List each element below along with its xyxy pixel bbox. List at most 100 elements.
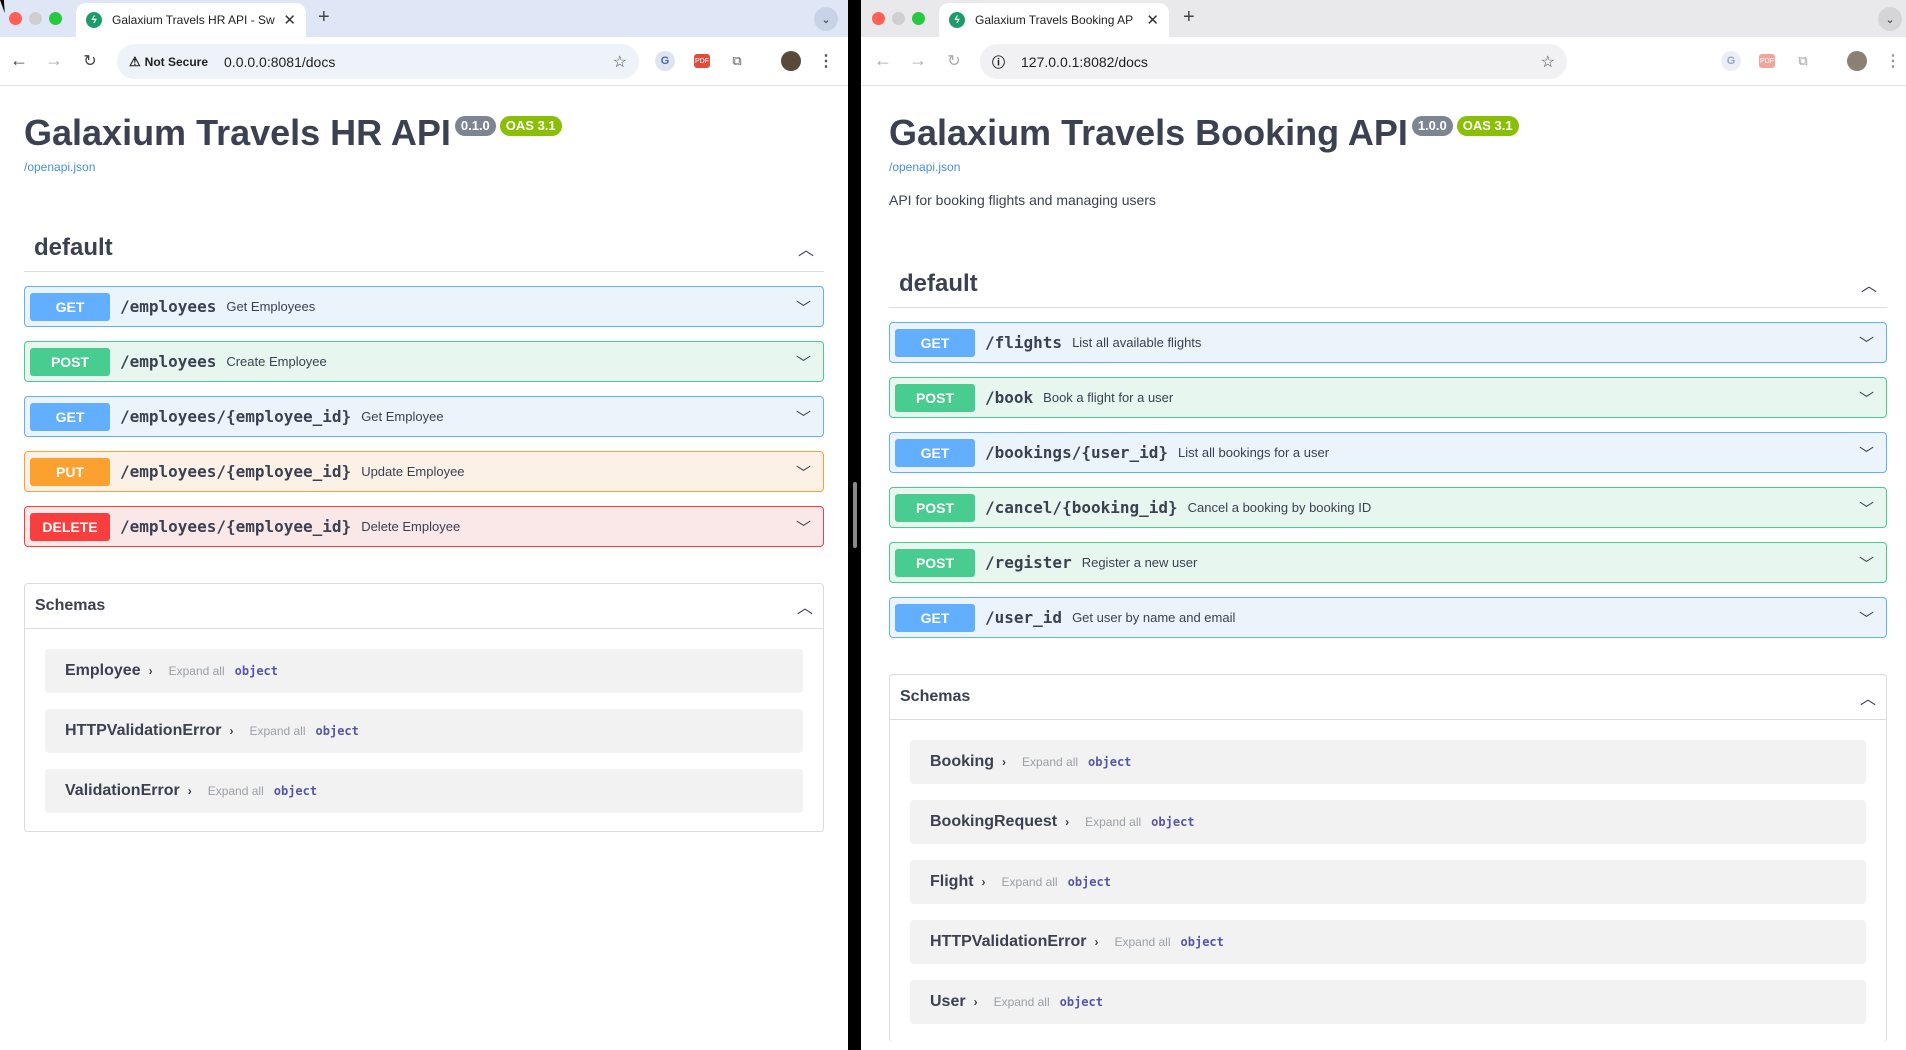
new-tab-icon[interactable]: + (1183, 6, 1195, 29)
expand-chevron-icon[interactable]: ﹀ (796, 407, 811, 428)
operation-get-employee[interactable]: GET /employees/{employee_id} Get Employe… (24, 396, 824, 437)
bookmark-star-icon[interactable]: ☆ (613, 52, 627, 72)
tab-search-icon[interactable]: ⌄ (814, 7, 838, 31)
schema-model[interactable]: BookingRequest › Expand all object (910, 800, 1866, 844)
schema-model[interactable]: Booking › Expand all object (910, 740, 1866, 784)
close-tab-icon[interactable]: ✕ (1146, 11, 1159, 29)
extensions-puzzle-icon[interactable]: ⧉ (727, 51, 747, 71)
operation-post-employees[interactable]: POST /employees Create Employee ﹀ (24, 341, 824, 382)
expand-all-link[interactable]: Expand all (1002, 875, 1058, 889)
browser-tab[interactable]: ϟ Galaxium Travels HR API - Sw ✕ (76, 3, 306, 37)
url-text: 0.0.0.0:8081/docs (224, 53, 336, 70)
expand-chevron-icon[interactable]: ﹀ (1859, 553, 1874, 574)
address-bar[interactable]: ⓘ 127.0.0.1:8082/docs ☆ (980, 44, 1567, 79)
operation-path: /employees/{employee_id} (120, 407, 352, 426)
pdf-extension-icon[interactable]: PDF (1759, 54, 1775, 68)
method-badge: POST (895, 383, 975, 412)
back-icon[interactable]: ← (872, 50, 894, 71)
collapse-chevron-icon[interactable]: ︿ (798, 236, 814, 260)
reload-icon[interactable]: ↻ (943, 51, 965, 71)
profile-avatar[interactable] (1847, 51, 1867, 71)
maximize-window-button[interactable] (912, 12, 925, 25)
version-badge: 1.0.0 (1411, 116, 1453, 136)
browser-menu-icon[interactable]: ⋮ (816, 51, 836, 71)
operation-get-employees[interactable]: GET /employees Get Employees ﹀ (24, 286, 824, 327)
expand-chevron-icon[interactable]: ﹀ (796, 462, 811, 483)
expand-all-link[interactable]: Expand all (169, 664, 225, 678)
profile-avatar[interactable] (781, 51, 801, 71)
close-tab-icon[interactable]: ✕ (283, 11, 296, 29)
expand-chevron-icon[interactable]: ﹀ (796, 517, 811, 538)
extension-icon[interactable]: G (655, 51, 675, 71)
version-badge: 0.1.0 (454, 116, 496, 136)
close-window-button[interactable] (9, 12, 22, 25)
operation-put-employee[interactable]: PUT /employees/{employee_id} Update Empl… (24, 451, 824, 492)
expand-chevron-icon[interactable]: ﹀ (796, 352, 811, 373)
operation-delete-employee[interactable]: DELETE /employees/{employee_id} Delete E… (24, 506, 824, 547)
not-secure-indicator[interactable]: ⚠ Not Secure (129, 54, 208, 70)
maximize-window-button[interactable] (49, 12, 62, 25)
schemas-section: Schemas ︿ Employee › Expand all object H… (24, 583, 824, 832)
operation-post-book[interactable]: POST /book Book a flight for a user ﹀ (889, 377, 1887, 418)
bookmark-star-icon[interactable]: ☆ (1541, 52, 1555, 72)
schema-model[interactable]: User › Expand all object (910, 980, 1866, 1024)
schema-model[interactable]: HTTPValidationError › Expand all object (910, 920, 1866, 964)
schemas-header[interactable]: Schemas ︿ (890, 675, 1886, 720)
schema-model[interactable]: HTTPValidationError › Expand all object (45, 709, 803, 753)
collapse-chevron-icon[interactable]: ︿ (1860, 685, 1876, 709)
openapi-json-link[interactable]: /openapi.json (24, 160, 562, 174)
expand-all-link[interactable]: Expand all (249, 724, 305, 738)
expand-chevron-icon[interactable]: ﹀ (796, 297, 811, 318)
extension-icon[interactable]: G (1721, 51, 1741, 71)
expand-all-link[interactable]: Expand all (208, 784, 264, 798)
schema-type: object (1067, 875, 1111, 889)
site-info-icon[interactable]: ⓘ (992, 52, 1009, 71)
schemas-header[interactable]: Schemas ︿ (25, 584, 823, 629)
back-icon[interactable]: ← (8, 50, 30, 71)
expand-chevron-icon[interactable]: ﹀ (1859, 498, 1874, 519)
new-tab-icon[interactable]: + (318, 6, 330, 29)
operation-get-flights[interactable]: GET /flights List all available flights … (889, 322, 1887, 363)
schema-model[interactable]: Flight › Expand all object (910, 860, 1866, 904)
tab-strip: ϟ Galaxium Travels Booking AP ✕ + ⌄ (861, 0, 1906, 37)
split-divider-handle[interactable] (853, 482, 857, 548)
pdf-extension-icon[interactable]: PDF (694, 54, 710, 68)
schema-model[interactable]: ValidationError › Expand all object (45, 769, 803, 813)
expand-chevron-icon[interactable]: ﹀ (1859, 443, 1874, 464)
browser-menu-icon[interactable]: ⋮ (1883, 51, 1903, 71)
collapse-chevron-icon[interactable]: ︿ (1861, 272, 1877, 296)
operation-get-user-id[interactable]: GET /user_id Get user by name and email … (889, 597, 1887, 638)
reload-icon[interactable]: ↻ (79, 51, 101, 71)
operation-summary: Register a new user (1081, 555, 1198, 570)
tab-search-icon[interactable]: ⌄ (1878, 7, 1902, 31)
address-bar[interactable]: ⚠ Not Secure 0.0.0.0:8081/docs ☆ (117, 44, 639, 79)
minimize-window-button[interactable] (29, 12, 42, 25)
schema-model[interactable]: Employee › Expand all object (45, 649, 803, 693)
forward-icon[interactable]: → (907, 50, 929, 71)
operation-path: /register (985, 553, 1072, 572)
browser-tab[interactable]: ϟ Galaxium Travels Booking AP ✕ (939, 3, 1169, 37)
operation-post-cancel[interactable]: POST /cancel/{booking_id} Cancel a booki… (889, 487, 1887, 528)
oas-badge: OAS 3.1 (1456, 116, 1519, 136)
schema-name: Flight (930, 873, 974, 890)
collapse-chevron-icon[interactable]: ︿ (797, 594, 813, 618)
expand-all-link[interactable]: Expand all (994, 995, 1050, 1009)
forward-icon[interactable]: → (43, 50, 65, 71)
operation-get-bookings[interactable]: GET /bookings/{user_id} List all booking… (889, 432, 1887, 473)
operation-path: /flights (985, 333, 1063, 352)
openapi-json-link[interactable]: /openapi.json (889, 160, 1519, 174)
expand-all-link[interactable]: Expand all (1022, 755, 1078, 769)
close-window-button[interactable] (872, 12, 885, 25)
minimize-window-button[interactable] (892, 12, 905, 25)
extensions-puzzle-icon[interactable]: ⧉ (1793, 51, 1813, 71)
section-header[interactable]: default ︿ (889, 260, 1887, 308)
schemas-title: Schemas (35, 597, 106, 614)
method-badge: POST (895, 493, 975, 522)
expand-all-link[interactable]: Expand all (1085, 815, 1141, 829)
section-header[interactable]: default ︿ (24, 224, 824, 272)
expand-chevron-icon[interactable]: ﹀ (1859, 333, 1874, 354)
expand-chevron-icon[interactable]: ﹀ (1859, 608, 1874, 629)
expand-all-link[interactable]: Expand all (1114, 935, 1170, 949)
expand-chevron-icon[interactable]: ﹀ (1859, 388, 1874, 409)
operation-post-register[interactable]: POST /register Register a new user ﹀ (889, 542, 1887, 583)
